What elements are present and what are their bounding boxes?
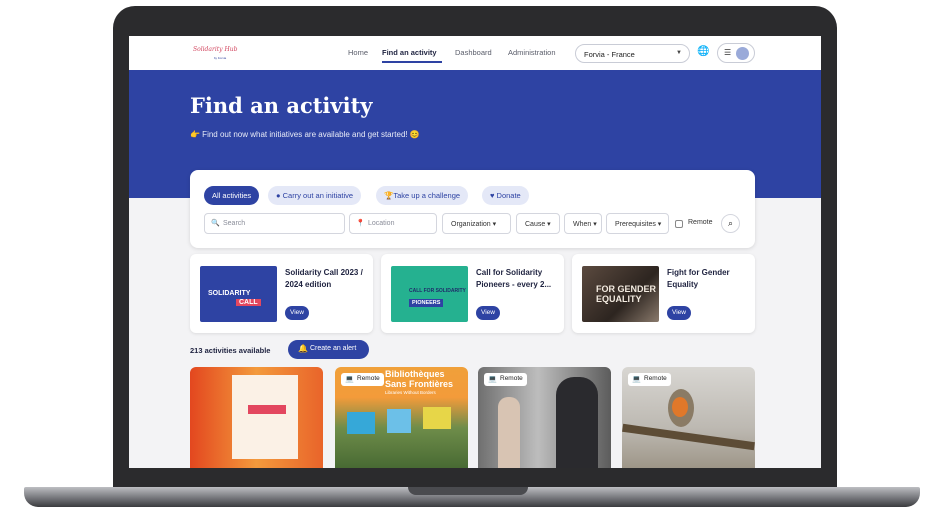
cause-dropdown[interactable]: Cause ▾ [516, 213, 560, 234]
location-placeholder: Location [368, 220, 395, 227]
featured-image: CALL FOR SOLIDARITY PIONEERS [391, 266, 468, 322]
laptop-icon: 💻 [632, 376, 641, 383]
logo-text: Solidarity Hub [193, 46, 238, 53]
activity-tile[interactable]: 💻 Remote [478, 367, 611, 468]
chip-carry-out-initiative[interactable]: ● Carry out an initiative [268, 186, 362, 205]
page-title: Find an activity [190, 93, 373, 118]
flyer-image [232, 375, 298, 459]
book-image [423, 407, 451, 429]
nav-find-activity[interactable]: Find an activity [382, 48, 437, 57]
featured-card[interactable]: FOR GENDER EQUALITY Fight for Gender Equ… [572, 254, 755, 333]
book-image [347, 412, 375, 434]
badge-label: Remote [644, 375, 667, 382]
filter-card: All activities ● Carry out an initiative… [190, 170, 755, 248]
chip-label: Donate [496, 191, 521, 200]
screen: Solidarity Hub by Forvia Home Find an ac… [129, 36, 821, 468]
active-nav-underline [382, 61, 442, 63]
image-text: CALL [236, 299, 261, 306]
organization-dropdown[interactable]: Organization ▾ [442, 213, 511, 234]
remote-badge: 💻 Remote [341, 373, 384, 386]
featured-image: FOR GENDER EQUALITY [582, 266, 659, 322]
user-menu[interactable]: ☰ [717, 43, 755, 63]
initiative-icon: ● [276, 191, 283, 200]
view-button[interactable]: View [285, 306, 309, 320]
chevron-down-icon: ▼ [676, 50, 682, 56]
view-button[interactable]: View [476, 306, 500, 320]
book-image [387, 409, 411, 433]
globe-icon[interactable]: 🌐 [697, 46, 709, 58]
prerequisites-dropdown[interactable]: Prerequisites ▾ [606, 213, 669, 234]
search-input[interactable]: 🔍 Search [204, 213, 345, 234]
image-text: SOLIDARITY [208, 290, 251, 297]
remote-label: Remote [688, 219, 713, 226]
logo-subtext: by Forvia [213, 56, 227, 60]
badge-label: Remote [500, 375, 523, 382]
image-subtext: Libraries Without Borders [385, 390, 436, 395]
search-placeholder: Search [223, 220, 246, 227]
remote-checkbox[interactable] [675, 220, 683, 228]
location-pin-icon: 📍 [356, 220, 365, 227]
menu-icon: ☰ [724, 48, 732, 57]
nav-home[interactable]: Home [348, 48, 368, 57]
featured-title: Call for Solidarity Pioneers - every 2..… [476, 268, 552, 289]
flyer-tag [248, 405, 286, 414]
featured-card[interactable]: SOLIDARITY CALL Solidarity Call 2023 / 2… [190, 254, 373, 333]
laptop-icon: 💻 [488, 376, 497, 383]
when-dropdown[interactable]: When ▾ [564, 213, 602, 234]
laptop-notch [408, 487, 528, 495]
location-input[interactable]: 📍 Location [349, 213, 437, 234]
chip-all-activities[interactable]: All activities [204, 186, 260, 205]
chip-donate[interactable]: ♥ Donate [482, 186, 529, 205]
chip-label: Take up a challenge [393, 191, 461, 200]
trophy-icon: 🏆 [384, 191, 394, 200]
site-select-value: Forvia - France [584, 50, 635, 59]
activity-tile[interactable] [190, 367, 323, 468]
featured-title: Solidarity Call 2023 / 2024 edition [285, 268, 363, 289]
avatar [736, 47, 749, 60]
nav-administration[interactable]: Administration [508, 48, 556, 57]
page-subtitle: 👉 Find out now what initiatives are avai… [190, 130, 420, 139]
logo[interactable]: Solidarity Hub by Forvia [193, 46, 247, 64]
chip-take-up-challenge[interactable]: 🏆Take up a challenge [376, 186, 469, 205]
search-icon: 🔍 [211, 220, 220, 227]
activity-tile[interactable]: Bibliothèques Sans Frontières Libraries … [335, 367, 468, 468]
image-text: CALL FOR SOLIDARITY [409, 288, 466, 294]
badge-label: Remote [357, 375, 380, 382]
site-select[interactable]: Forvia - France ▼ [575, 44, 690, 63]
featured-card[interactable]: CALL FOR SOLIDARITY PIONEERS Call for So… [381, 254, 564, 333]
results-count: 213 activities available [190, 346, 271, 355]
top-nav: Solidarity Hub by Forvia Home Find an ac… [129, 36, 821, 70]
remote-badge: 💻 Remote [628, 373, 671, 386]
image-text: Bibliothèques Sans Frontières [385, 369, 454, 389]
view-button[interactable]: View [667, 306, 691, 320]
remote-badge: 💻 Remote [484, 373, 527, 386]
image-text: FOR GENDER EQUALITY [596, 284, 657, 304]
featured-image: SOLIDARITY CALL [200, 266, 277, 322]
search-button[interactable]: ⌕ [721, 214, 740, 233]
nav-dashboard[interactable]: Dashboard [455, 48, 492, 57]
create-alert-button[interactable]: 🔔 Create an alert [288, 340, 369, 359]
robin-breast [672, 397, 688, 417]
bell-icon: 🔔 [298, 344, 308, 353]
branch-image [622, 423, 755, 451]
activity-tile[interactable]: 💻 Remote [622, 367, 755, 468]
image-text: PIONEERS [409, 299, 444, 307]
person-image [556, 377, 598, 468]
create-alert-label: Create an alert [310, 345, 357, 352]
person-image [498, 397, 520, 468]
featured-title: Fight for Gender Equality [667, 268, 730, 289]
laptop-icon: 💻 [345, 376, 354, 383]
chip-label: Carry out an initiative [282, 191, 354, 200]
